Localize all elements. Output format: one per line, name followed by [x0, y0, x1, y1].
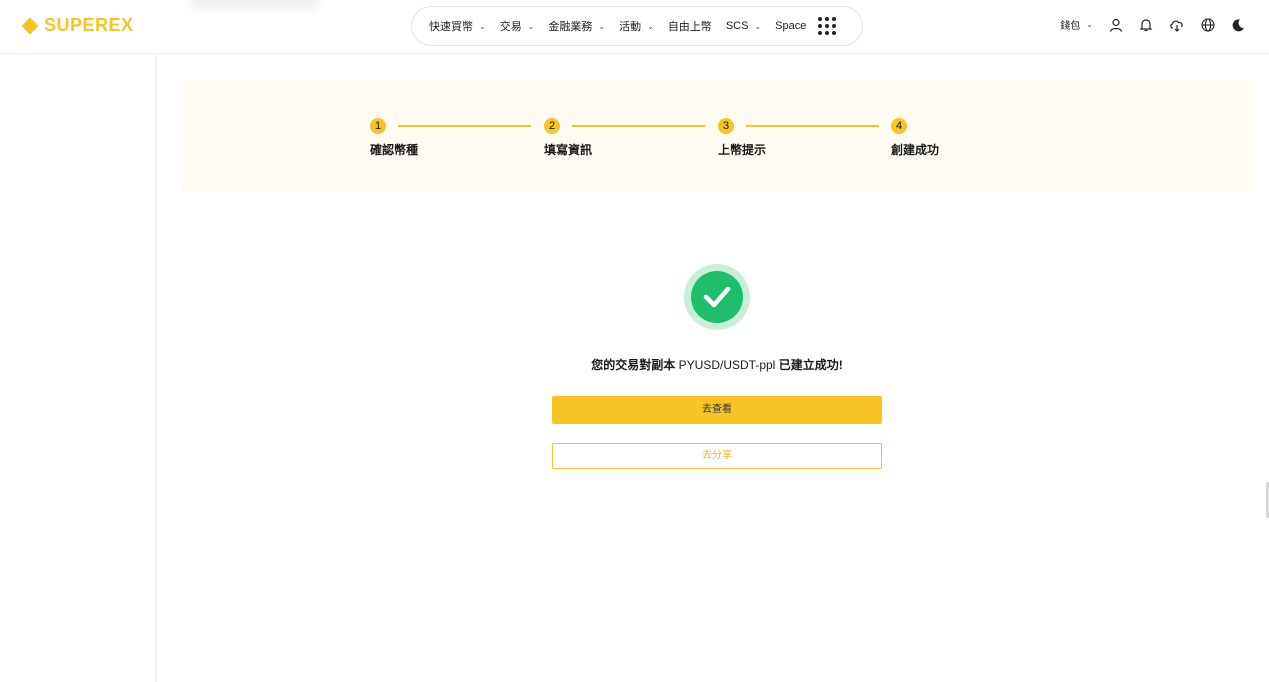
wallet-label: 錢包	[1060, 21, 1081, 32]
check-circle-icon	[691, 271, 743, 323]
step-1: 1 確認幣種	[370, 118, 418, 157]
step-3: 3 上幣提示	[718, 118, 766, 157]
success-message: 您的交易對副本 PYUSD/USDT-ppl 已建立成功!	[480, 356, 954, 373]
step-label: 創建成功	[891, 143, 940, 157]
trading-pair: PYUSD/USDT-ppl	[678, 358, 776, 372]
step-connector	[572, 125, 705, 127]
nav-item-space[interactable]: Space	[775, 20, 806, 32]
globe-icon[interactable]	[1201, 17, 1215, 32]
main-nav: 快速買幣 ⌄ 交易 ⌄ 金融業務 ⌄ 活動 ⌄ 自由上幣 SCS ⌄ Space	[411, 6, 863, 46]
message-prefix: 您的交易對副本	[591, 358, 676, 372]
wallet-menu[interactable]: 錢包 ⌄	[1060, 17, 1093, 32]
chevron-down-icon: ⌄	[479, 21, 486, 31]
user-icon[interactable]	[1109, 18, 1123, 32]
nav-item-scs[interactable]: SCS ⌄	[726, 20, 761, 32]
chevron-down-icon: ⌄	[647, 21, 654, 31]
nav-label: SCS	[725, 20, 749, 32]
bell-icon[interactable]	[1139, 18, 1153, 32]
logo-diamond-icon	[21, 17, 39, 34]
progress-steps: 1 確認幣種 2 填寫資訊 3 上幣提示 4 創建成功	[181, 80, 1251, 191]
nav-label: 快速買幣	[429, 21, 473, 33]
nav-item-free-listing[interactable]: 自由上幣	[668, 18, 712, 34]
step-number: 3	[718, 118, 734, 134]
grid-dots-icon[interactable]	[818, 17, 837, 35]
header-tools: 錢包 ⌄	[1060, 17, 1245, 32]
step-number: 2	[544, 118, 560, 134]
nav-label: 交易	[499, 21, 522, 33]
step-label: 填寫資訊	[544, 143, 593, 157]
nav-label: 自由上幣	[667, 21, 712, 33]
moon-icon[interactable]	[1231, 18, 1245, 32]
step-number: 1	[370, 118, 386, 134]
nav-label: 金融業務	[548, 21, 593, 33]
brand-logo[interactable]: SUPEREX	[21, 15, 134, 36]
message-suffix: 已建立成功!	[778, 358, 843, 372]
step-connector	[398, 125, 531, 127]
nav-label: Space	[775, 20, 807, 32]
nav-label: 活動	[619, 21, 642, 33]
nav-item-finance[interactable]: 金融業務 ⌄	[548, 18, 605, 34]
chevron-down-icon: ⌄	[527, 21, 535, 31]
sidebar-divider	[155, 55, 157, 682]
view-button[interactable]: 去查看	[552, 396, 882, 424]
brand-name: SUPEREX	[44, 15, 134, 35]
nav-item-trade[interactable]: 交易 ⌄	[500, 18, 535, 34]
chevron-down-icon: ⌄	[1086, 20, 1093, 29]
success-badge	[684, 264, 750, 330]
share-button[interactable]: 去分享	[552, 443, 882, 469]
step-connector	[746, 125, 879, 127]
nav-item-quick-buy[interactable]: 快速買幣 ⌄	[429, 18, 486, 34]
step-4: 4 創建成功	[891, 118, 939, 157]
chevron-down-icon: ⌄	[598, 21, 606, 31]
step-2: 2 填寫資訊	[544, 118, 592, 157]
chevron-down-icon: ⌄	[754, 21, 762, 31]
step-label: 確認幣種	[370, 143, 419, 157]
step-number: 4	[891, 118, 907, 134]
cloud-download-icon[interactable]	[1169, 18, 1185, 32]
decorative-shadow	[190, 0, 320, 10]
step-label: 上幣提示	[718, 143, 767, 157]
top-navbar: SUPEREX 快速買幣 ⌄ 交易 ⌄ 金融業務 ⌄ 活動 ⌄ 自由上幣 SCS…	[0, 0, 1269, 54]
nav-item-events[interactable]: 活動 ⌄	[619, 18, 654, 34]
